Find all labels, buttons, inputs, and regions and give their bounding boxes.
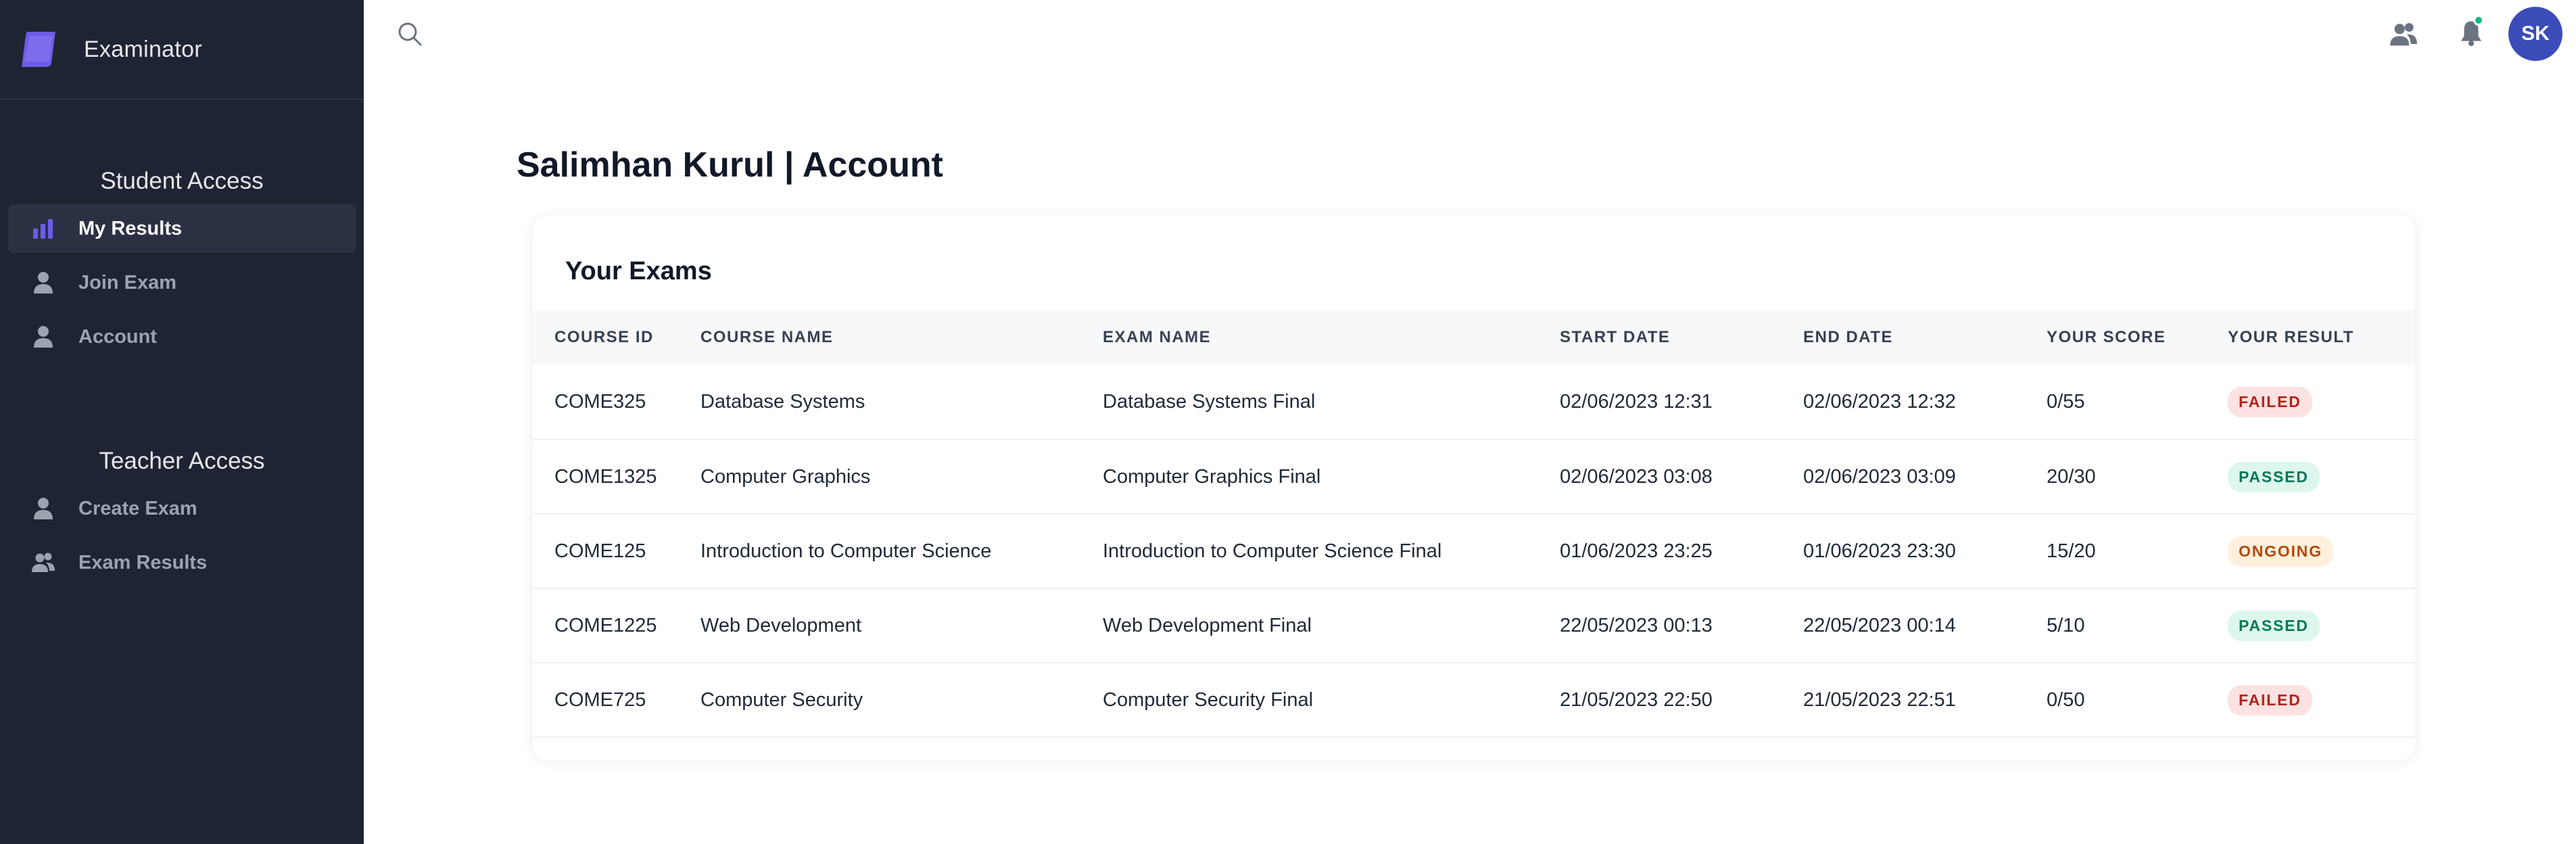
cell-end-date: 22/05/2023 00:14 — [1803, 588, 2047, 663]
table-header-row: COURSE ID COURSE NAME EXAM NAME START DA… — [533, 310, 2415, 365]
cell-score: 0/55 — [2047, 365, 2228, 440]
cell-exam-name: Database Systems Final — [1103, 365, 1560, 440]
header-start-date: START DATE — [1560, 328, 1671, 346]
app-name: Examinator — [84, 36, 202, 62]
cell-score: 0/50 — [2047, 663, 2228, 738]
avatar[interactable]: SK — [2508, 7, 2562, 61]
cell-result: PASSED — [2228, 440, 2415, 515]
cell-result: FAILED — [2228, 663, 2415, 738]
sidebar-item-account[interactable]: Account — [8, 312, 356, 361]
cell-course-name: Computer Security — [700, 663, 1103, 738]
cell-score: 15/20 — [2047, 514, 2228, 589]
sidebar-item-create-exam[interactable]: Create Exam — [8, 484, 356, 533]
cell-start-date: 01/06/2023 23:25 — [1560, 514, 1803, 589]
cell-course-name: Database Systems — [700, 365, 1103, 440]
cell-score: 5/10 — [2047, 588, 2228, 663]
cell-end-date: 02/06/2023 03:09 — [1803, 440, 2047, 515]
cell-start-date: 02/06/2023 12:31 — [1560, 365, 1803, 440]
app-window: Examinator Student Access My Results Joi… — [0, 0, 2576, 844]
exams-card: Your Exams COURSE ID COURSE NAME EXAM NA… — [533, 215, 2415, 760]
table-row[interactable]: COME1325 Computer Graphics Computer Grap… — [533, 440, 2415, 515]
users-icon — [32, 553, 55, 572]
cell-result: PASSED — [2228, 588, 2415, 663]
section-title-student: Student Access — [100, 168, 264, 194]
brand[interactable]: Examinator — [0, 0, 364, 100]
status-badge: FAILED — [2228, 387, 2312, 417]
user-icon — [34, 326, 53, 348]
status-badge: PASSED — [2228, 461, 2320, 492]
sidebar-item-label: Exam Results — [78, 551, 208, 573]
cell-start-date: 02/06/2023 03:08 — [1560, 440, 1803, 515]
cell-result: ONGOING — [2228, 514, 2415, 589]
cell-course-id: COME725 — [533, 663, 700, 738]
table-row[interactable]: COME1225 Web Development Web Development… — [533, 588, 2415, 663]
sidebar-item-label: Account — [78, 325, 157, 348]
sidebar-item-join-exam[interactable]: Join Exam — [8, 258, 356, 307]
card-title: Your Exams — [565, 257, 712, 285]
status-badge: ONGOING — [2228, 536, 2333, 567]
bar-chart-icon — [33, 219, 53, 239]
sidebar-item-exam-results[interactable]: Exam Results — [8, 538, 356, 587]
header-course-id: COURSE ID — [554, 328, 654, 346]
page-title: Salimhan Kurul | Account — [517, 145, 943, 185]
cell-end-date: 01/06/2023 23:30 — [1803, 514, 2047, 589]
cell-course-id: COME1225 — [533, 588, 700, 663]
table-row[interactable]: COME325 Database Systems Database System… — [533, 365, 2415, 440]
sidebar-item-label: Create Exam — [78, 497, 197, 519]
teacher-nav: Create Exam Exam Results — [0, 484, 364, 587]
notification-dot — [2473, 15, 2484, 26]
table-row[interactable]: COME725 Computer Security Computer Secur… — [533, 663, 2415, 738]
search-icon[interactable] — [396, 20, 423, 47]
sidebar-item-my-results[interactable]: My Results — [8, 204, 356, 253]
sidebar-item-label: Join Exam — [78, 271, 177, 294]
sidebar-item-label: My Results — [78, 217, 183, 239]
topbar: SK — [364, 0, 2576, 68]
cell-start-date: 22/05/2023 00:13 — [1560, 588, 1803, 663]
cell-end-date: 21/05/2023 22:51 — [1803, 663, 2047, 738]
user-icon — [34, 498, 53, 519]
cell-exam-name: Web Development Final — [1103, 588, 1560, 663]
table-row[interactable]: COME125 Introduction to Computer Science… — [533, 514, 2415, 589]
cell-exam-name: Introduction to Computer Science Final — [1103, 514, 1560, 589]
cell-start-date: 21/05/2023 22:50 — [1560, 663, 1803, 738]
users-icon[interactable] — [2389, 20, 2418, 49]
cell-course-name: Web Development — [700, 588, 1103, 663]
header-course-name: COURSE NAME — [700, 328, 834, 346]
cell-result: FAILED — [2228, 365, 2415, 440]
cell-course-id: COME1325 — [533, 440, 700, 515]
status-badge: FAILED — [2228, 684, 2312, 716]
exams-table: COURSE ID COURSE NAME EXAM NAME START DA… — [533, 310, 2415, 738]
user-icon — [34, 272, 53, 294]
cell-exam-name: Computer Security Final — [1103, 663, 1560, 738]
header-your-result: YOUR RESULT — [2228, 328, 2354, 346]
status-badge: PASSED — [2228, 610, 2320, 641]
cell-course-name: Introduction to Computer Science — [700, 514, 1103, 589]
header-your-score: YOUR SCORE — [2047, 328, 2166, 346]
cell-course-name: Computer Graphics — [700, 440, 1103, 515]
student-nav: My Results Join Exam Account — [0, 204, 364, 361]
cell-exam-name: Computer Graphics Final — [1103, 440, 1560, 515]
logo-icon — [22, 32, 55, 67]
cell-course-id: COME125 — [533, 514, 700, 589]
cell-course-id: COME325 — [533, 365, 700, 440]
header-exam-name: EXAM NAME — [1103, 328, 1212, 346]
sidebar: Examinator Student Access My Results Joi… — [0, 0, 364, 844]
section-title-teacher: Teacher Access — [99, 448, 265, 474]
header-end-date: END DATE — [1803, 328, 1893, 346]
cell-end-date: 02/06/2023 12:32 — [1803, 365, 2047, 440]
cell-score: 20/30 — [2047, 440, 2228, 515]
